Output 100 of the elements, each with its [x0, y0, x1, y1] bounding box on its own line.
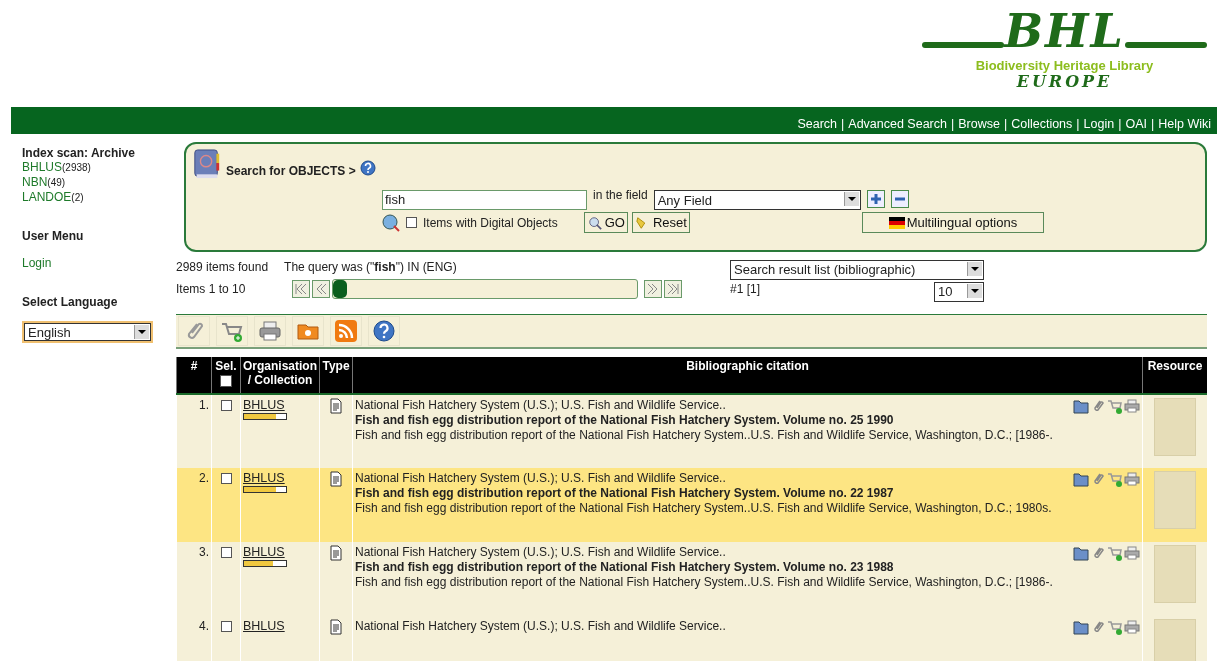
- field-select[interactable]: Any Field: [653, 190, 861, 210]
- cart-add-icon[interactable]: [1107, 471, 1123, 487]
- reset-button[interactable]: Reset: [631, 212, 690, 233]
- remove-row-icon[interactable]: [890, 190, 909, 208]
- previous-page-icon[interactable]: [312, 280, 330, 298]
- nav-link[interactable]: Search: [797, 117, 838, 131]
- help-icon[interactable]: [372, 319, 396, 343]
- page-thumbnail-placeholder[interactable]: [1154, 398, 1196, 456]
- document-icon: [330, 545, 342, 561]
- folder-icon[interactable]: [1073, 471, 1089, 487]
- collection-link[interactable]: BHLUS: [22, 160, 62, 174]
- column-header: Organisation / Collection: [240, 357, 320, 394]
- search-input-field[interactable]: fish: [382, 190, 587, 210]
- citation-author: National Fish Hatchery System (U.S.); U.S. Fish and Wildlife Service..: [355, 398, 726, 413]
- nav-link[interactable]: Collections: [1011, 117, 1073, 131]
- cart-add-icon[interactable]: [1107, 398, 1123, 414]
- page-thumbnail-placeholder[interactable]: [1154, 619, 1196, 661]
- select-language-heading: Select Language: [22, 295, 118, 309]
- collection-link[interactable]: BHLUS: [243, 619, 285, 633]
- page-thumbnail-placeholder[interactable]: [1154, 545, 1196, 603]
- nav-link[interactable]: OAI: [1125, 117, 1147, 131]
- nav-link[interactable]: Login: [1083, 117, 1115, 131]
- column-header: Resource: [1142, 357, 1207, 394]
- result-view-select[interactable]: Search result list (bibliographic): [730, 260, 984, 280]
- cart-add-icon[interactable]: [1107, 545, 1123, 561]
- language-select[interactable]: English: [24, 323, 151, 341]
- row-number: 1.: [199, 398, 209, 412]
- digital-objects-label: Items with Digital Objects: [423, 215, 558, 230]
- relevance-bar: [243, 413, 287, 420]
- next-page-icon[interactable]: [644, 280, 662, 298]
- rss-icon[interactable]: [334, 319, 358, 343]
- per-page-select[interactable]: 10: [934, 282, 984, 302]
- nav-link[interactable]: Browse: [958, 117, 1000, 131]
- column-header: Sel.: [215, 359, 237, 373]
- citation-title[interactable]: Fish and fish egg distribution report of the National Fish Hatchery System. Volume no. 22 1987: [355, 486, 894, 501]
- citation-title[interactable]: Fish and fish egg distribution report of the National Fish Hatchery System. Volume no. 23 1988: [355, 560, 894, 575]
- page-thumbnail-placeholder[interactable]: [1154, 471, 1196, 529]
- nav-separator: |: [1076, 117, 1080, 131]
- nav-separator: |: [1003, 117, 1008, 131]
- bhl-europe-logo[interactable]: BHL Biodiversity Heritage Library EUROPE: [922, 0, 1207, 107]
- citation-imprint: Fish and fish egg distribution report of the National Fish Hatchery System..U.S. Fish and Wildlife Service, Washington, D.C.; 1980s.: [355, 501, 1052, 516]
- row-checkbox[interactable]: [220, 473, 232, 484]
- go-button[interactable]: GO: [583, 212, 628, 233]
- relevance-bar: [243, 560, 287, 567]
- field-label: in the field: [593, 188, 648, 202]
- row-checkbox[interactable]: [220, 621, 232, 632]
- document-icon: [330, 471, 342, 487]
- query-summary: The query was ("fish") IN (ENG): [284, 260, 457, 274]
- nav-separator: |: [951, 117, 955, 131]
- help-icon[interactable]: [359, 160, 376, 176]
- last-page-icon[interactable]: [664, 280, 682, 298]
- citation-title[interactable]: Fish and fish egg distribution report of the National Fish Hatchery System. Volume no. 25 1990: [355, 413, 894, 428]
- nav-separator: |: [841, 117, 845, 131]
- nav-link[interactable]: Advanced Search: [848, 117, 947, 131]
- multilingual-options-button[interactable]: Multilingual options: [861, 212, 1044, 233]
- collection-link[interactable]: BHLUS: [243, 398, 285, 412]
- address-book-icon: [192, 148, 222, 180]
- relevance-bar: [243, 486, 287, 493]
- row-number: 2.: [199, 471, 209, 485]
- items-range-text: Items 1 to 10: [176, 282, 247, 296]
- citation-author: National Fish Hatchery System (U.S.); U.S. Fish and Wildlife Service..: [355, 545, 726, 560]
- nav-separator: |: [1150, 117, 1155, 131]
- row-checkbox[interactable]: [220, 400, 232, 411]
- select-all-checkbox[interactable]: [220, 375, 232, 387]
- magnifier-icon: [586, 215, 603, 230]
- row-number: 3.: [199, 545, 209, 559]
- nav-link[interactable]: Help Wiki: [1158, 117, 1211, 131]
- column-header: Bibliographic citation: [352, 357, 1143, 394]
- items-found-text: 2989 items found: [176, 260, 269, 274]
- search-title: Search for OBJECTS >: [226, 164, 356, 178]
- folder-icon[interactable]: [1073, 619, 1089, 635]
- add-row-icon[interactable]: [866, 190, 885, 208]
- printer-icon[interactable]: [258, 319, 282, 343]
- folder-icon[interactable]: [1073, 398, 1089, 414]
- login-link[interactable]: Login: [22, 255, 52, 271]
- folder-icon[interactable]: [1073, 545, 1089, 561]
- citation-author: National Fish Hatchery System (U.S.); U.S. Fish and Wildlife Service..: [355, 471, 726, 486]
- column-header: Type: [319, 357, 353, 394]
- printer-icon[interactable]: [1124, 545, 1140, 561]
- collection-count: (2938): [62, 162, 91, 173]
- first-page-icon[interactable]: [292, 280, 310, 298]
- page-slider-thumb[interactable]: [333, 280, 347, 298]
- collection-link[interactable]: BHLUS: [243, 471, 285, 485]
- row-number: 4.: [199, 619, 209, 633]
- printer-icon[interactable]: [1124, 619, 1140, 635]
- column-header: #: [176, 357, 212, 394]
- page-marker: #1 [1]: [730, 282, 761, 298]
- globe-search-icon[interactable]: [382, 213, 400, 232]
- checkbox[interactable]: [406, 217, 417, 228]
- row-checkbox[interactable]: [220, 547, 232, 558]
- collection-link[interactable]: LANDOE: [22, 190, 72, 204]
- printer-icon[interactable]: [1124, 398, 1140, 414]
- collection-count: (49): [47, 177, 66, 188]
- document-icon: [330, 398, 342, 414]
- flag-icon: [888, 215, 905, 230]
- collection-link[interactable]: BHLUS: [243, 545, 285, 559]
- printer-icon[interactable]: [1124, 471, 1140, 487]
- citation-author: National Fish Hatchery System (U.S.); U.S. Fish and Wildlife Service..: [355, 619, 726, 634]
- cart-add-icon[interactable]: [1107, 619, 1123, 635]
- collection-link[interactable]: NBN: [22, 175, 48, 189]
